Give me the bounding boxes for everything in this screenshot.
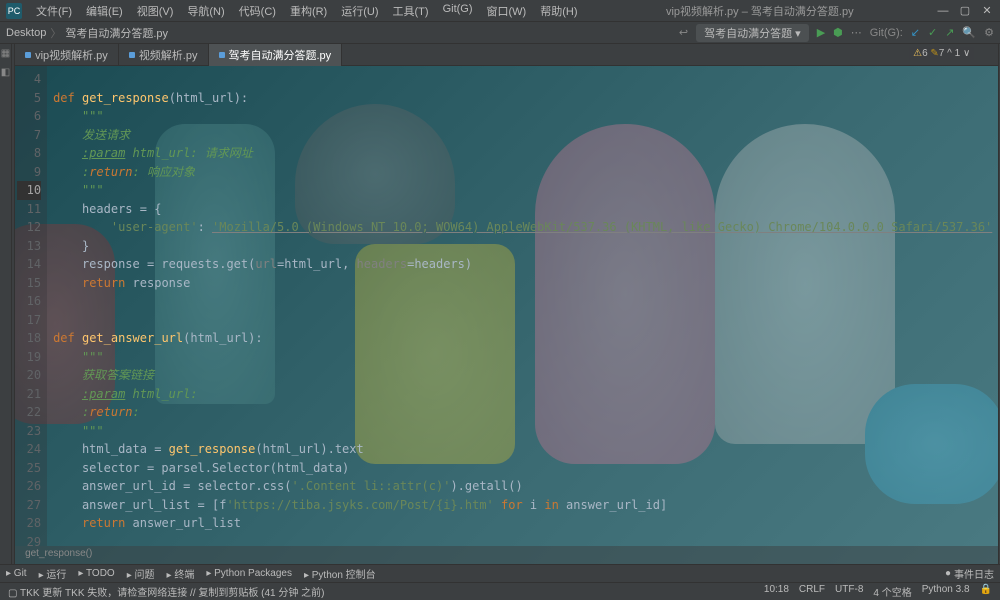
git-update-icon[interactable]: ↙ (911, 26, 920, 39)
menu-item[interactable]: 窗口(W) (481, 1, 533, 21)
project-tool-icon[interactable]: ▦ (0, 48, 11, 59)
indent-setting[interactable]: 4 个空格 (873, 584, 911, 599)
menu-item[interactable]: Git(G) (437, 1, 479, 21)
menu-item[interactable]: 编辑(E) (80, 1, 129, 21)
git-label: Git(G): (870, 27, 903, 39)
menu-item[interactable]: 文件(F) (30, 1, 78, 21)
menu-item[interactable]: 代码(C) (233, 1, 282, 21)
menu-item[interactable]: 运行(U) (335, 1, 384, 21)
breadcrumb-root[interactable]: Desktop (6, 27, 46, 39)
menubar: 文件(F)编辑(E)视图(V)导航(N)代码(C)重构(R)运行(U)工具(T)… (30, 1, 584, 21)
maximize-button[interactable]: ▢ (958, 4, 972, 18)
code-breadcrumb[interactable]: get_response() (15, 546, 998, 564)
menu-item[interactable]: 帮助(H) (534, 1, 583, 21)
breadcrumb-file[interactable]: 驾考自动满分答题.py (65, 25, 168, 41)
add-config-icon[interactable]: ↩ (679, 26, 688, 39)
settings-icon[interactable]: ⚙ (984, 26, 994, 39)
caret-position[interactable]: 10:18 (764, 584, 789, 599)
debug-icon[interactable]: ⬢ (833, 26, 843, 39)
menu-item[interactable]: 工具(T) (387, 1, 435, 21)
toolwindow-button[interactable]: ▸ Python 控制台 (304, 566, 376, 581)
line-separator[interactable]: CRLF (799, 584, 825, 599)
editor-tabs: vip视频解析.py视频解析.py驾考自动满分答题.py (15, 44, 998, 66)
status-message: ▢ TKK 更新 TKK 失败，请检查网络连接 // 复制到剪贴板 (41 分钟… (8, 584, 325, 599)
editor-tab[interactable]: 视频解析.py (119, 44, 209, 66)
toolwindow-button[interactable]: ▸ 问题 (127, 566, 155, 581)
menu-item[interactable]: 视图(V) (131, 1, 180, 21)
run-config-selector[interactable]: 驾考自动满分答题 ▾ (696, 24, 809, 42)
app-icon: PC (6, 3, 22, 19)
run-icon[interactable]: ▶ (817, 26, 825, 39)
inspection-widget[interactable]: ⚠6 ✎7 ^ 1 ∨ (909, 47, 974, 60)
toolwindow-button[interactable]: ▸ 终端 (167, 566, 195, 581)
editor-tab[interactable]: 驾考自动满分答题.py (209, 44, 343, 66)
minimize-button[interactable]: — (936, 4, 950, 18)
structure-tool-icon[interactable]: ◧ (0, 67, 11, 78)
toolwindow-button[interactable]: ▸ 运行 (39, 566, 67, 581)
toolwindow-button[interactable]: ▸ Git (6, 568, 27, 579)
git-commit-icon[interactable]: ✓ (928, 26, 937, 39)
more-run-icon[interactable]: ⋯ (851, 26, 862, 39)
code-editor[interactable]: 4567891011121314151617181920212223242526… (15, 66, 998, 546)
lock-icon[interactable]: 🔒 (980, 584, 992, 599)
close-button[interactable]: ✕ (980, 4, 994, 18)
search-icon[interactable]: 🔍 (962, 26, 976, 39)
toolwindow-button[interactable]: ▸ Python Packages (206, 568, 292, 579)
file-encoding[interactable]: UTF-8 (835, 584, 863, 599)
event-log-button[interactable]: ● 事件日志 (945, 566, 994, 581)
git-push-icon[interactable]: ↗ (945, 26, 954, 39)
menu-item[interactable]: 重构(R) (284, 1, 333, 21)
window-title: vip视频解析.py – 驾考自动满分答题.py (584, 3, 936, 19)
toolwindow-button[interactable]: ▸ TODO (78, 568, 114, 579)
editor-tab[interactable]: vip视频解析.py (15, 44, 119, 66)
menu-item[interactable]: 导航(N) (181, 1, 230, 21)
interpreter[interactable]: Python 3.8 (922, 584, 970, 599)
